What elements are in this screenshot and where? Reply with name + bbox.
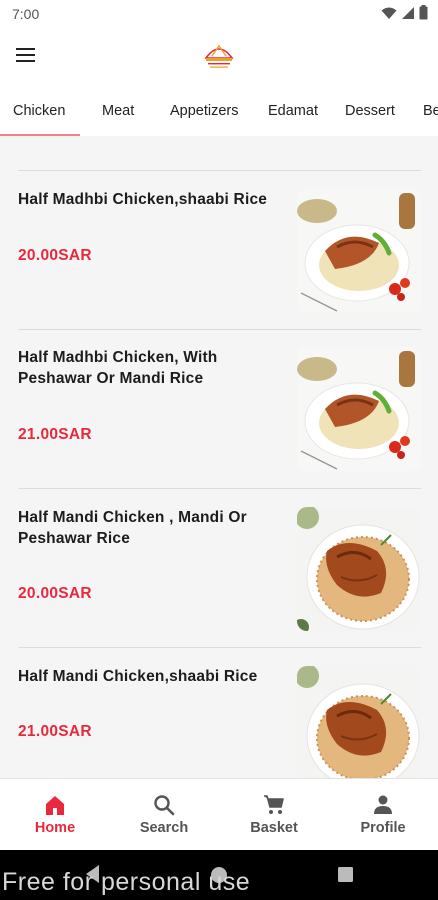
search-icon: [154, 795, 175, 816]
status-bar: 7:00: [0, 0, 438, 28]
recents-icon[interactable]: [337, 866, 354, 883]
hamburger-menu-icon[interactable]: [14, 44, 40, 68]
divider: [18, 170, 421, 171]
divider: [18, 647, 421, 648]
madhbi-chicken-plate-image: [297, 189, 421, 313]
menu-item-price: 21.00SAR: [18, 426, 92, 443]
wifi-icon: [381, 7, 397, 19]
menu-item[interactable]: Half Mandi Chicken,shaabi Rice 21.00SAR: [0, 658, 438, 778]
nav-search[interactable]: Search: [109, 779, 219, 851]
tab-meat[interactable]: Meat: [102, 103, 134, 119]
menu-item-list[interactable]: Half Madhbi Chicken,shaabi Rice 20.00SAR…: [0, 136, 438, 778]
menu-item-title: Half Mandi Chicken,shaabi Rice: [18, 668, 258, 685]
status-time: 7:00: [12, 6, 40, 22]
nav-basket[interactable]: Basket: [219, 779, 329, 851]
menu-item[interactable]: Half Madhbi Chicken, With Peshawar Or Ma…: [0, 340, 438, 480]
tab-edamat[interactable]: Edamat: [268, 103, 318, 119]
nav-profile[interactable]: Profile: [328, 779, 438, 851]
nav-home-label: Home: [34, 820, 76, 836]
menu-item-title: Half Mandi Chicken , Mandi Or Peshawar R…: [18, 509, 247, 547]
nav-search-label: Search: [139, 820, 189, 836]
bottom-navigation: Home Search Basket Profile: [0, 778, 438, 850]
menu-item[interactable]: Half Madhbi Chicken,shaabi Rice 20.00SAR: [0, 181, 438, 321]
profile-icon: [374, 795, 392, 814]
divider: [18, 488, 421, 489]
home-icon: [46, 796, 64, 815]
tab-appetizers[interactable]: Appetizers: [170, 103, 239, 119]
tab-be[interactable]: Be: [423, 103, 438, 119]
tab-dessert[interactable]: Dessert: [345, 103, 395, 119]
battery-icon: [419, 5, 428, 20]
menu-item-title: Half Madhbi Chicken, With Peshawar Or Ma…: [18, 349, 218, 387]
restaurant-logo-icon[interactable]: [200, 38, 238, 72]
status-icons: [381, 5, 428, 20]
menu-item[interactable]: Half Mandi Chicken , Mandi Or Peshawar R…: [0, 499, 438, 639]
menu-item-price: 20.00SAR: [18, 247, 92, 264]
madhbi-chicken-plate-image: [297, 347, 421, 471]
nav-profile-label: Profile: [360, 820, 406, 836]
tab-chicken[interactable]: Chicken: [13, 103, 65, 119]
signal-icon: [402, 6, 414, 19]
nav-basket-label: Basket: [250, 820, 298, 836]
category-tabs: Chicken Meat Appetizers Edamat Dessert B…: [0, 86, 438, 136]
mandi-chicken-plate-image: [297, 507, 421, 631]
app-header: [0, 28, 438, 86]
watermark: Free for personal use: [2, 868, 251, 896]
cart-icon: [264, 795, 284, 814]
menu-item-title: Half Madhbi Chicken,shaabi Rice: [18, 191, 268, 208]
divider: [18, 329, 421, 330]
nav-home[interactable]: Home: [0, 779, 110, 851]
mandi-chicken-plate-image: [297, 666, 421, 778]
menu-item-price: 21.00SAR: [18, 723, 92, 740]
menu-item-price: 20.00SAR: [18, 585, 92, 602]
